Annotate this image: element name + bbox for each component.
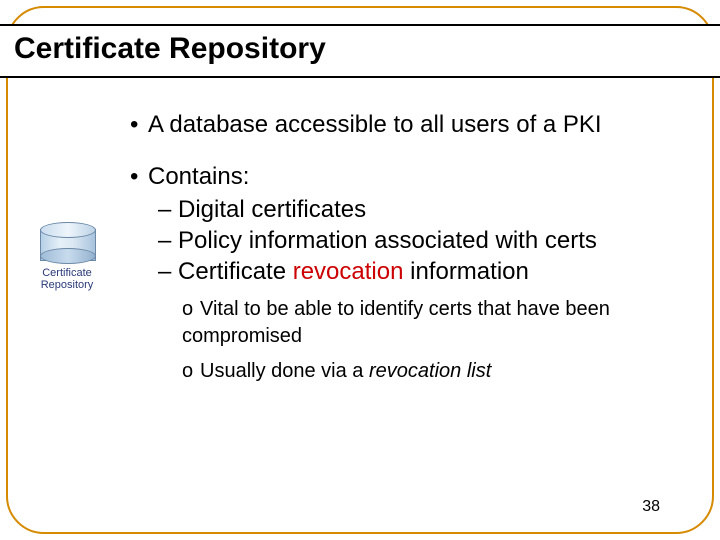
dash-1: – Digital certificates: [158, 194, 680, 225]
page-number: 38: [642, 498, 660, 516]
sub-o-2-pre: Usually done via a: [200, 360, 369, 382]
dash-2: – Policy information associated with cer…: [158, 225, 680, 256]
dash-2-text: Policy information associated with certs: [178, 227, 597, 254]
dash-3-red: revocation: [293, 258, 404, 285]
dash-1-text: Digital certificates: [178, 196, 366, 223]
slide-title: Certificate Repository: [14, 32, 326, 65]
icon-label-line1: Certificate: [42, 267, 92, 279]
dash-3-pre: Certificate: [178, 258, 293, 285]
cylinder-icon: [40, 222, 94, 264]
sub-o-1: oVital to be able to identify certs that…: [182, 296, 680, 350]
bullet-2: •Contains:: [130, 162, 680, 192]
icon-label: Certificate Repository: [30, 267, 104, 291]
database-icon: Certificate Repository: [30, 222, 104, 291]
dash-3-post: information: [403, 258, 528, 285]
bullet-1-text: A database accessible to all users of a …: [148, 111, 602, 138]
dash-3: – Certificate revocation information: [158, 256, 680, 287]
icon-label-line2: Repository: [41, 279, 94, 291]
content-area: •A database accessible to all users of a…: [130, 110, 680, 385]
title-bar: Certificate Repository: [0, 24, 720, 78]
sub-o-2-em: revocation list: [369, 360, 491, 382]
sub-o-2: oUsually done via a revocation list: [182, 358, 680, 385]
bullet-2-text: Contains:: [148, 163, 249, 190]
bullet-1: •A database accessible to all users of a…: [130, 110, 680, 140]
sub-o-1-text: Vital to be able to identify certs that …: [182, 298, 610, 347]
